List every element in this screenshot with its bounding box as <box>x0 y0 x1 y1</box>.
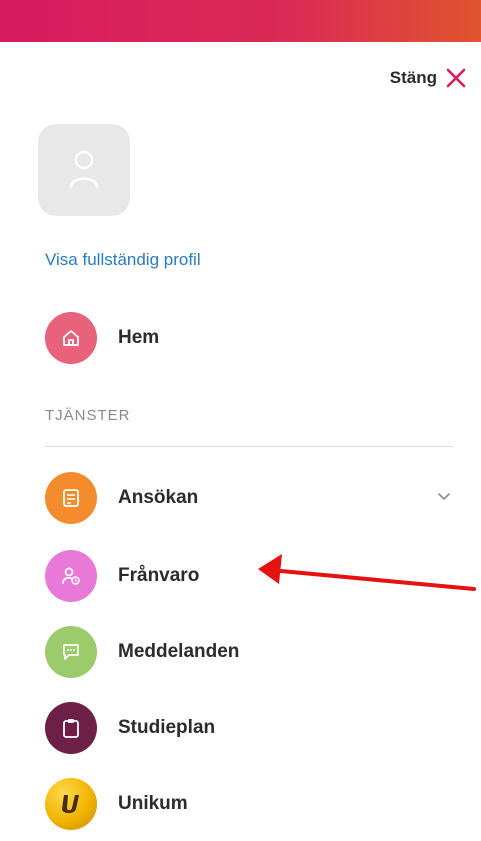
top-gradient-bar <box>0 0 481 42</box>
nav-label-meddelanden: Meddelanden <box>118 641 240 662</box>
nav-label-home: Hem <box>118 327 160 348</box>
section-divider <box>45 446 453 447</box>
annotation-arrow <box>258 554 476 591</box>
close-button[interactable]: Stäng <box>390 64 467 92</box>
absence-icon-badge <box>45 550 97 602</box>
nav-label-ansokan: Ansökan <box>118 487 199 508</box>
nav-label-studieplan: Studieplan <box>118 717 216 738</box>
user-icon <box>69 150 99 189</box>
nav-item-unikum[interactable]: Unikum <box>45 778 188 830</box>
home-icon-badge <box>45 312 97 364</box>
close-label: Stäng <box>389 68 437 87</box>
document-icon-badge <box>45 472 97 524</box>
nav-item-ansokan[interactable]: Ansökan <box>45 472 455 524</box>
close-icon <box>446 68 466 88</box>
document-icon <box>63 489 79 507</box>
clipboard-icon <box>63 719 79 738</box>
nav-item-studieplan[interactable]: Studieplan <box>45 702 215 754</box>
unikum-icon-badge <box>45 778 97 830</box>
chevron-down-icon[interactable] <box>437 492 451 502</box>
nav-item-meddelanden[interactable]: Meddelanden <box>45 626 239 678</box>
chat-icon-badge <box>45 626 97 678</box>
nav-item-franvaro[interactable]: Frånvaro <box>45 550 199 602</box>
nav-label-franvaro: Frånvaro <box>118 565 200 586</box>
unikum-logo-icon <box>62 795 79 814</box>
services-section-heading: TJÄNSTER <box>45 407 131 424</box>
nav-item-home[interactable]: Hem <box>45 312 159 364</box>
chat-icon <box>63 644 79 660</box>
avatar[interactable] <box>38 124 130 216</box>
clipboard-icon-badge <box>45 702 97 754</box>
view-full-profile-link[interactable]: Visa fullständig profil <box>45 250 201 270</box>
absence-icon <box>62 567 80 585</box>
home-icon <box>63 330 79 346</box>
nav-label-unikum: Unikum <box>118 793 188 814</box>
